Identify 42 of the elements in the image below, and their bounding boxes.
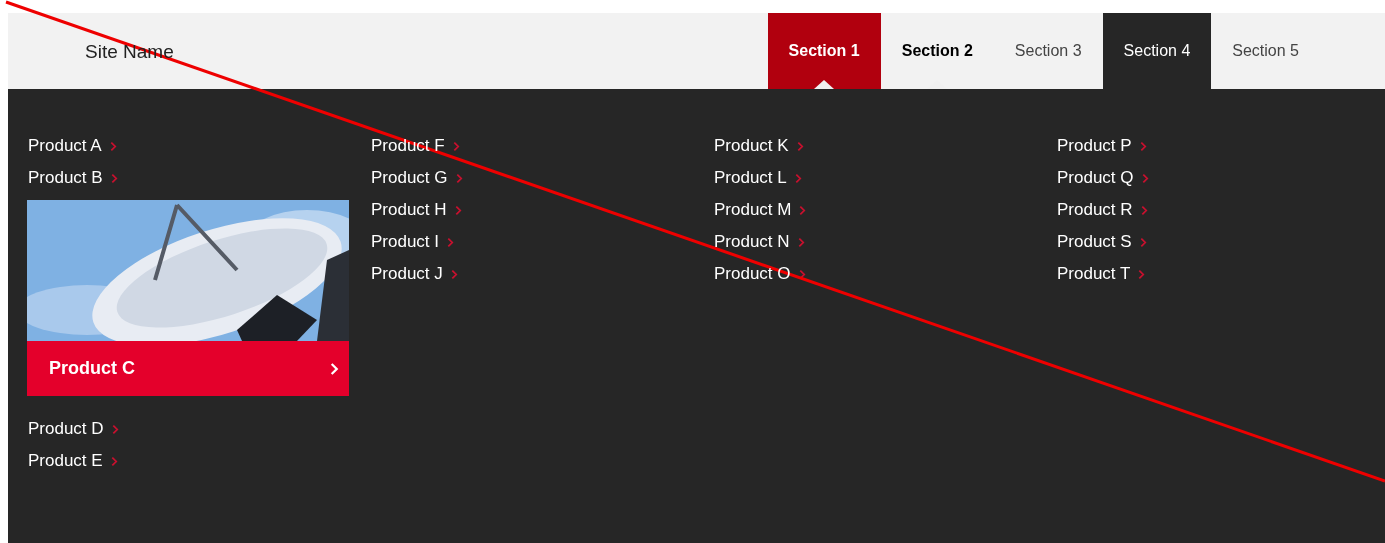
menu-link[interactable]: Product M (714, 200, 792, 220)
chevron-right-icon (1141, 172, 1149, 184)
chevron-right-icon (1139, 236, 1147, 248)
menu-link[interactable]: Product E (28, 451, 103, 471)
chevron-right-icon (796, 140, 804, 152)
chevron-right-icon (799, 204, 807, 216)
nav-tab[interactable]: Section 5 (1211, 13, 1320, 89)
menu-link[interactable]: Product S (1057, 232, 1132, 252)
chevron-right-icon (450, 268, 458, 280)
chevron-right-icon (454, 204, 462, 216)
menu-link[interactable]: Product I (371, 232, 440, 252)
menu-link[interactable]: Product L (714, 168, 787, 188)
menu-link[interactable]: Product T (1057, 264, 1131, 284)
chevron-right-icon (1140, 204, 1148, 216)
menu-link[interactable]: Product P (1057, 136, 1132, 156)
chevron-right-icon (455, 172, 463, 184)
chevron-right-icon (452, 140, 460, 152)
menu-link[interactable]: Product B (28, 168, 103, 188)
nav-tab[interactable]: Section 3 (993, 13, 1103, 89)
chevron-right-icon (447, 236, 455, 248)
chevron-right-icon (794, 172, 802, 184)
chevron-right-icon (797, 236, 805, 248)
menu-link[interactable]: Product D (28, 419, 104, 439)
menu-link[interactable]: Product Q (1057, 168, 1134, 188)
chevron-right-icon (110, 455, 118, 467)
menu-link[interactable]: Product R (1057, 200, 1133, 220)
menu-link[interactable]: Product K (714, 136, 789, 156)
chevron-right-icon (1139, 140, 1147, 152)
chevron-right-icon (330, 361, 339, 376)
product-button[interactable]: Product C (27, 341, 349, 396)
chevron-right-icon (109, 140, 117, 152)
nav-tab[interactable]: Section 4 (1102, 13, 1212, 89)
chevron-right-icon (1138, 268, 1146, 280)
chevron-right-icon (110, 172, 118, 184)
chevron-right-icon (111, 423, 119, 435)
nav-tab[interactable]: Section 1 (767, 13, 881, 89)
menu-link[interactable]: Product G (371, 168, 448, 188)
menu-link[interactable]: Product N (714, 232, 790, 252)
menu-link[interactable]: Product H (371, 200, 447, 220)
chevron-right-icon (798, 268, 806, 280)
menu-link[interactable]: Product A (28, 136, 102, 156)
menu-link[interactable]: Product J (371, 264, 443, 284)
